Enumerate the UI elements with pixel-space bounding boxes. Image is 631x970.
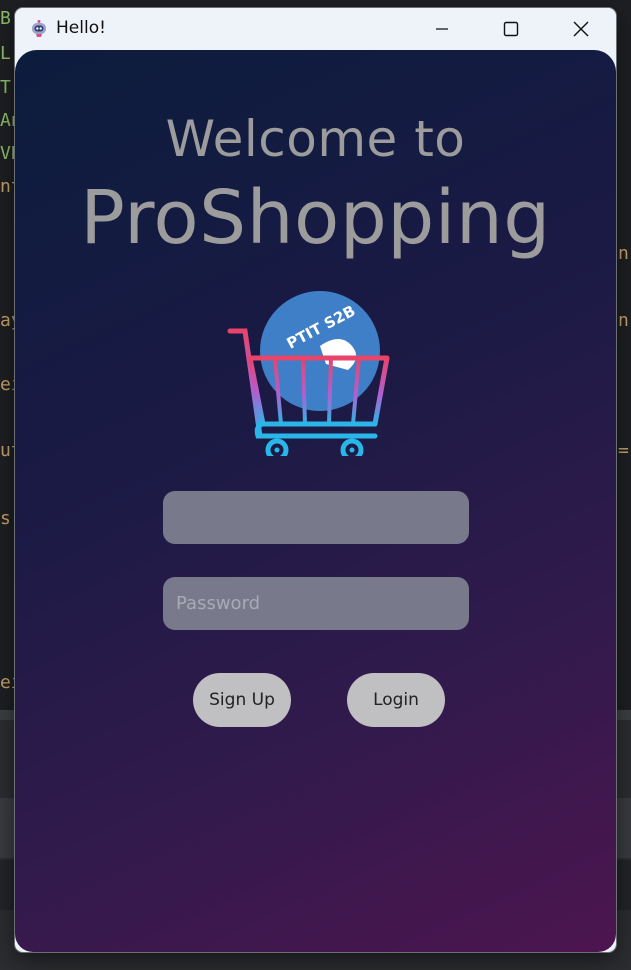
ide-code-fragment: L bbox=[0, 43, 11, 64]
username-input[interactable] bbox=[163, 491, 469, 544]
sign-up-button[interactable]: Sign Up bbox=[193, 673, 291, 727]
close-button[interactable] bbox=[546, 8, 616, 50]
ide-code-fragment: T bbox=[0, 77, 11, 98]
login-panel: Welcome to ProShopping PTIT S2B Sign Up … bbox=[15, 50, 616, 952]
ide-code-fragment: n bbox=[618, 243, 629, 264]
ide-code-fragment: B bbox=[0, 8, 11, 29]
welcome-heading: Welcome to bbox=[165, 110, 466, 168]
login-button[interactable]: Login bbox=[347, 673, 445, 727]
brand-title: ProShopping bbox=[80, 175, 551, 261]
password-input[interactable] bbox=[163, 577, 469, 630]
close-icon bbox=[573, 21, 589, 37]
window-title: Hello! bbox=[56, 18, 106, 38]
minimize-button[interactable] bbox=[407, 8, 477, 50]
ide-code-fragment: s bbox=[0, 508, 11, 529]
maximize-icon bbox=[503, 21, 519, 37]
minimize-icon bbox=[436, 28, 448, 30]
app-window: Hello! Welcome to ProShopping PTIT S2B S… bbox=[15, 8, 616, 952]
maximize-button[interactable] bbox=[476, 8, 546, 50]
shopping-cart-logo-icon: PTIT S2B bbox=[227, 291, 390, 456]
ide-code-fragment: n bbox=[618, 310, 629, 331]
app-robot-icon bbox=[32, 20, 46, 37]
ide-code-fragment: = bbox=[618, 440, 629, 461]
title-bar[interactable]: Hello! bbox=[15, 8, 616, 50]
